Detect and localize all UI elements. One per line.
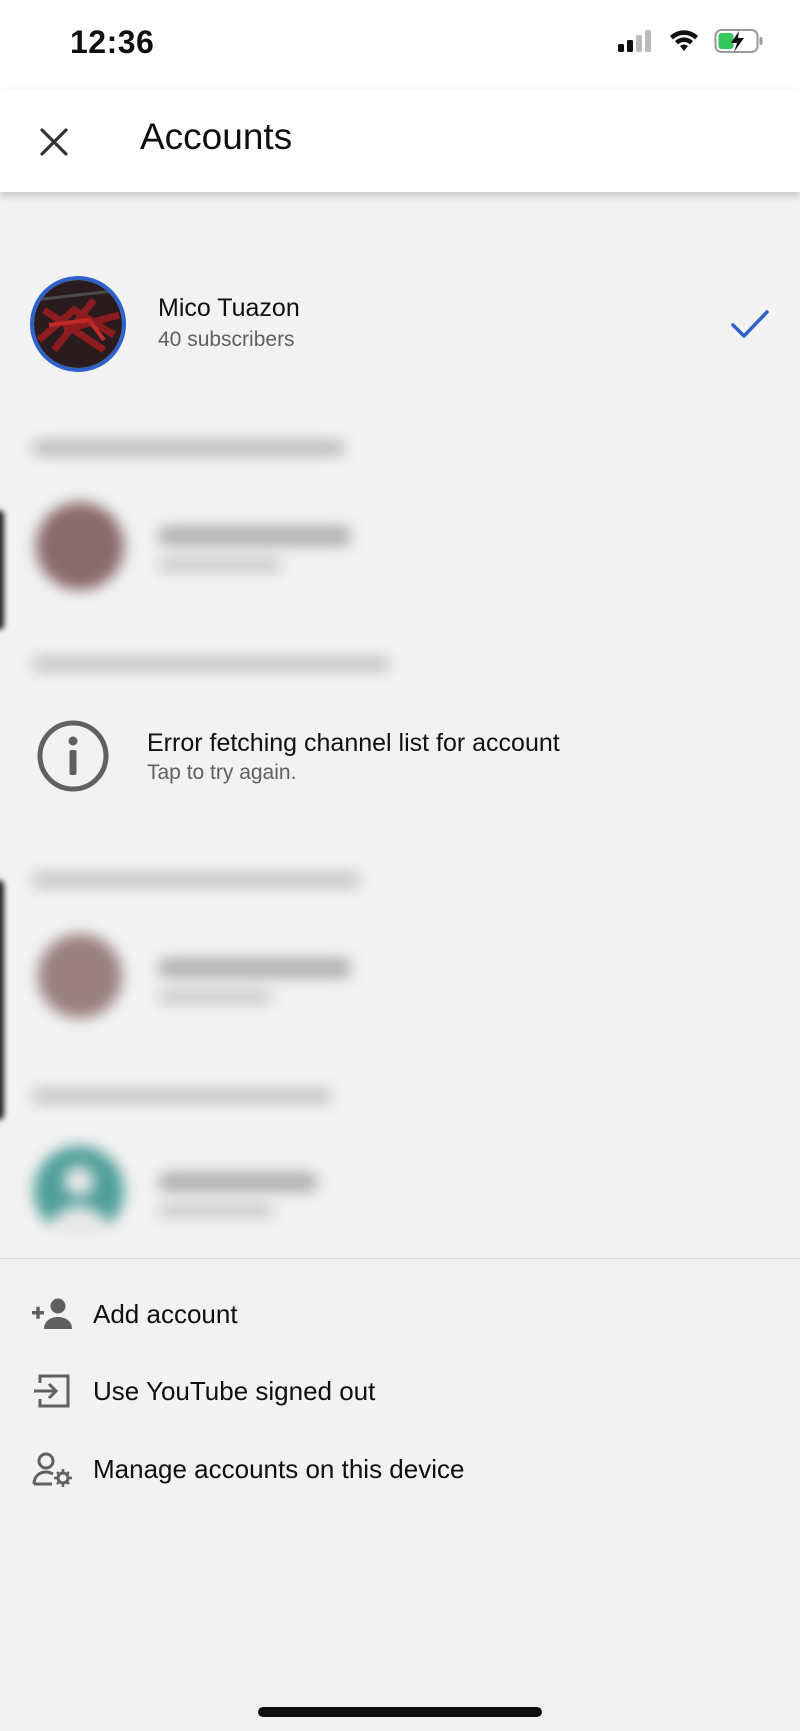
checkmark-icon bbox=[731, 310, 769, 338]
add-account-label: Add account bbox=[93, 1299, 238, 1329]
redacted-email bbox=[32, 872, 360, 888]
manage-accounts-button[interactable]: Manage accounts on this device bbox=[0, 1434, 800, 1504]
redacted-subscribers bbox=[158, 1204, 274, 1218]
account-row-current[interactable]: Mico Tuazon 40 subscribers bbox=[0, 272, 800, 382]
error-title: Error fetching channel list for account bbox=[147, 729, 560, 757]
status-bar: 12:36 bbox=[0, 0, 800, 90]
redacted-email bbox=[32, 1088, 332, 1104]
manage-accounts-icon bbox=[32, 1452, 72, 1487]
wifi-icon bbox=[670, 30, 698, 51]
battery-charging-icon bbox=[714, 29, 763, 53]
add-person-icon bbox=[32, 1298, 72, 1329]
error-fetching-channels-row[interactable]: Error fetching channel list for account … bbox=[0, 703, 800, 813]
account-row-redacted[interactable] bbox=[0, 1138, 800, 1248]
redacted-email bbox=[32, 656, 390, 672]
manage-accounts-label: Manage accounts on this device bbox=[93, 1454, 465, 1484]
avatar bbox=[36, 502, 124, 590]
account-subscribers: 40 subscribers bbox=[158, 328, 295, 351]
cellular-signal-icon bbox=[618, 30, 651, 52]
add-account-button[interactable]: Add account bbox=[0, 1279, 800, 1349]
redacted-subscribers bbox=[158, 558, 282, 572]
home-indicator[interactable] bbox=[258, 1707, 542, 1717]
close-button[interactable] bbox=[30, 118, 78, 166]
divider bbox=[0, 1258, 800, 1259]
close-icon bbox=[40, 128, 68, 156]
accounts-header: Accounts bbox=[0, 90, 800, 192]
status-icons bbox=[618, 28, 764, 54]
use-signed-out-button[interactable]: Use YouTube signed out bbox=[0, 1356, 800, 1426]
use-signed-out-label: Use YouTube signed out bbox=[93, 1376, 376, 1406]
redacted-name bbox=[158, 958, 352, 978]
avatar bbox=[38, 934, 122, 1018]
redacted-name bbox=[158, 526, 352, 546]
error-subtitle: Tap to try again. bbox=[147, 761, 297, 784]
avatar-image bbox=[34, 280, 122, 368]
account-row-redacted[interactable] bbox=[0, 922, 800, 1032]
status-time: 12:36 bbox=[70, 24, 155, 60]
page-title: Accounts bbox=[140, 116, 293, 157]
account-name: Mico Tuazon bbox=[158, 294, 300, 322]
sign-out-icon bbox=[34, 1374, 70, 1408]
account-row-redacted[interactable] bbox=[0, 490, 800, 600]
avatar bbox=[34, 1146, 124, 1236]
redacted-subscribers bbox=[158, 990, 272, 1004]
redacted-name bbox=[158, 1172, 318, 1192]
info-icon bbox=[37, 720, 109, 792]
redacted-email bbox=[32, 440, 346, 456]
avatar bbox=[30, 276, 126, 372]
